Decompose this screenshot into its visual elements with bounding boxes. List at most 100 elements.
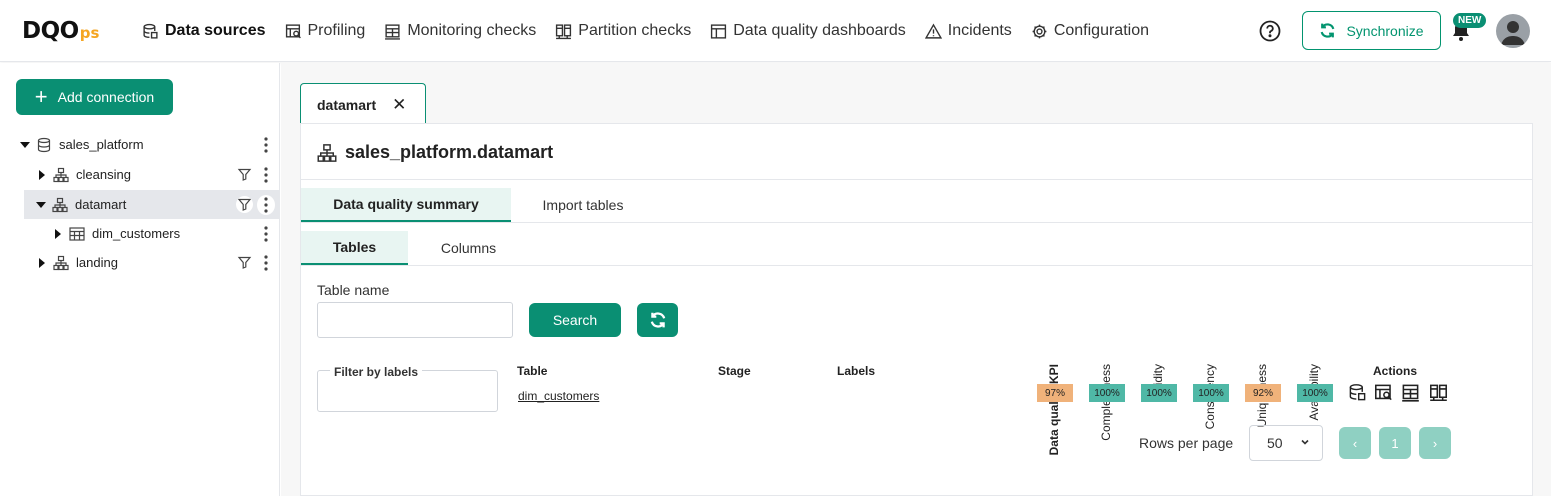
tree-label: sales_platform <box>59 137 144 152</box>
warning-icon <box>924 23 942 39</box>
column-header-validity: Validity <box>1151 278 1167 402</box>
sync-icon <box>650 312 665 328</box>
table-search-icon <box>285 23 301 38</box>
kpi-badge[interactable]: 92% <box>1245 384 1281 402</box>
table-icon[interactable] <box>1401 383 1420 402</box>
page-title-text: sales_platform.datamart <box>345 142 554 162</box>
rows-per-page-value: 50 <box>1267 435 1283 451</box>
search-button[interactable]: Search <box>529 303 621 337</box>
divider <box>301 222 1532 223</box>
nav-incidents[interactable]: Incidents <box>924 22 1012 40</box>
page-title: sales_platform.datamart <box>317 142 553 163</box>
gear-icon <box>1032 24 1047 38</box>
tree-item-cleansing[interactable]: cleansing <box>0 160 279 189</box>
add-connection-label: Add connection <box>57 89 155 105</box>
table-icon <box>69 226 85 241</box>
database-icon <box>143 23 158 39</box>
logo-sub: ps <box>79 24 100 42</box>
refresh-button[interactable] <box>637 303 678 337</box>
caret-right-icon[interactable] <box>37 257 47 268</box>
top-bar: DQO ps Data sources Profiling Monitoring… <box>0 0 1551 62</box>
nav-label: Configuration <box>1053 22 1149 39</box>
tab-tables[interactable]: Tables <box>301 231 408 265</box>
table-link-dim-customers[interactable]: dim_customers <box>518 389 599 403</box>
schema-icon <box>317 143 337 162</box>
tree-item-dim-customers[interactable]: dim_customers <box>0 219 279 248</box>
nav-label: Monitoring checks <box>407 22 537 39</box>
logo[interactable]: DQO ps <box>22 18 99 44</box>
caret-right-icon[interactable] <box>53 228 63 239</box>
tree-label: dim_customers <box>92 226 181 241</box>
tree-label: datamart <box>75 197 127 212</box>
column-header-uniqueness: Uniqueness <box>1255 278 1271 427</box>
page-1-button[interactable]: 1 <box>1379 427 1411 459</box>
filter-icon[interactable] <box>236 254 253 271</box>
more-vertical-icon[interactable] <box>257 195 275 215</box>
tree-item-landing[interactable]: landing <box>0 248 279 277</box>
filter-icon[interactable] <box>236 166 253 183</box>
nav-monitoring-checks[interactable]: Monitoring checks <box>384 22 536 40</box>
caret-right-icon[interactable] <box>37 169 47 180</box>
close-icon[interactable]: ✕ <box>392 95 406 115</box>
tree-label: landing <box>76 255 118 270</box>
partition-table-icon[interactable] <box>1429 383 1448 402</box>
nav-partition-checks[interactable]: Partition checks <box>555 22 691 40</box>
sidebar: + Add connection sales_platform cleansin… <box>0 63 280 496</box>
nav-label: Partition checks <box>578 22 692 39</box>
kpi-badge[interactable]: 100% <box>1297 384 1333 402</box>
filter-by-labels-input[interactable]: Filter by labels <box>317 365 498 412</box>
nav-label: Data quality dashboards <box>733 22 906 39</box>
rows-per-page-select[interactable]: 50 <box>1249 425 1323 461</box>
more-vertical-icon[interactable] <box>257 253 275 273</box>
tree-item-datamart[interactable]: datamart <box>24 190 279 219</box>
schema-icon <box>53 255 69 270</box>
nav-profiling[interactable]: Profiling <box>285 22 366 40</box>
content-panel: sales_platform.datamart Data quality sum… <box>300 123 1533 496</box>
nav-configuration[interactable]: Configuration <box>1031 22 1149 40</box>
prev-page-button[interactable]: ‹ <box>1339 427 1371 459</box>
tab-import-tables[interactable]: Import tables <box>523 188 643 222</box>
next-page-button[interactable]: › <box>1419 427 1451 459</box>
kpi-header-text: Completeness <box>1099 364 1113 441</box>
kpi-badge[interactable]: 97% <box>1037 384 1073 402</box>
tab-label: datamart <box>317 96 377 113</box>
kpi-badge[interactable]: 100% <box>1089 384 1125 402</box>
new-badge: NEW <box>1453 13 1487 28</box>
column-header-stage: Stage <box>718 364 751 378</box>
main-area: datamart ✕ sales_platform.datamart Data … <box>281 63 1551 496</box>
database-icon[interactable] <box>1348 383 1367 402</box>
filter-icon[interactable] <box>236 196 253 213</box>
more-vertical-icon[interactable] <box>257 224 275 244</box>
filter-legend: Filter by labels <box>330 365 423 379</box>
sync-icon <box>1321 23 1335 38</box>
tree-item-sales-platform[interactable]: sales_platform <box>0 130 279 159</box>
synchronize-button[interactable]: Synchronize <box>1302 11 1441 50</box>
help-icon[interactable] <box>1259 20 1281 42</box>
nav-label: Data sources <box>165 22 266 39</box>
more-vertical-icon[interactable] <box>257 165 275 185</box>
add-connection-button[interactable]: + Add connection <box>16 79 173 115</box>
nav-label: Profiling <box>307 22 366 39</box>
kpi-header-text: Data quality KPI <box>1047 364 1061 456</box>
column-header-completeness: Completeness <box>1099 278 1115 441</box>
kpi-badge[interactable]: 100% <box>1141 384 1177 402</box>
caret-down-icon[interactable] <box>36 200 46 210</box>
table-search-icon[interactable] <box>1374 383 1393 402</box>
table-name-input[interactable] <box>317 302 513 338</box>
nav-dashboards[interactable]: Data quality dashboards <box>710 22 906 40</box>
caret-down-icon[interactable] <box>20 140 30 150</box>
tab-columns[interactable]: Columns <box>421 231 516 265</box>
nav-label: Incidents <box>947 22 1012 39</box>
tab-datamart[interactable]: datamart ✕ <box>300 83 426 125</box>
dashboard-icon <box>711 23 727 39</box>
column-header-labels: Labels <box>837 364 876 378</box>
more-vertical-icon[interactable] <box>257 135 275 155</box>
divider <box>301 265 1532 266</box>
schema-icon <box>53 167 69 182</box>
kpi-badge[interactable]: 100% <box>1193 384 1229 402</box>
tab-data-quality-summary[interactable]: Data quality summary <box>301 188 511 222</box>
column-header-actions: Actions <box>1373 364 1418 378</box>
nav-data-sources[interactable]: Data sources <box>142 22 266 40</box>
logo-main: DQO <box>22 18 79 44</box>
avatar[interactable] <box>1496 14 1530 48</box>
